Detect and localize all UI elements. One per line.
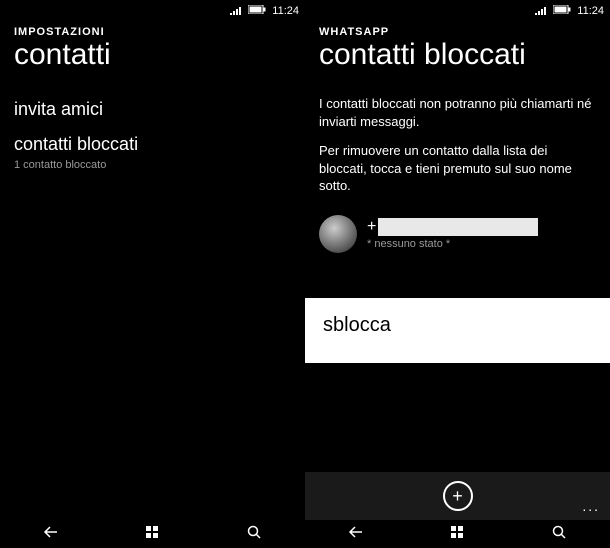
statusbar: 11:24: [0, 0, 305, 20]
battery-icon: [553, 5, 571, 17]
menu-item-label: contatti bloccati: [14, 124, 291, 159]
menu-item-blocked-contacts[interactable]: contatti bloccati 1 contatto bloccato: [14, 124, 291, 181]
more-button[interactable]: ...: [582, 498, 600, 514]
signal-icon: [230, 5, 242, 18]
battery-icon: [248, 5, 266, 17]
signal-icon: [535, 5, 547, 18]
menu-item-invite-friends[interactable]: invita amici: [14, 89, 291, 124]
plus-icon: +: [452, 486, 463, 507]
start-button[interactable]: [449, 524, 465, 545]
contact-info: + * nessuno stato *: [367, 218, 538, 250]
page-title: contatti: [0, 38, 305, 81]
unblock-menu-item[interactable]: sblocca: [323, 314, 592, 337]
start-button[interactable]: [144, 524, 160, 545]
clock-text: 11:24: [577, 5, 604, 17]
screen-left-settings: 11:24 IMPOSTAZIONI contatti invita amici…: [0, 0, 305, 548]
blocked-contact-row[interactable]: + * nessuno stato *: [319, 201, 596, 259]
screen-right-blocked: 11:24 WHATSAPP contatti bloccati I conta…: [305, 0, 610, 548]
clock-text: 11:24: [272, 5, 299, 17]
add-button[interactable]: +: [443, 481, 473, 511]
navbar: [0, 520, 305, 548]
back-button[interactable]: [348, 524, 364, 545]
menu-item-label: invita amici: [14, 89, 291, 124]
description-text-2: Per rimuovere un contatto dalla lista de…: [319, 136, 596, 201]
page-title: contatti bloccati: [305, 38, 610, 81]
avatar: [319, 215, 357, 253]
menu-item-subtitle: 1 contatto bloccato: [14, 159, 291, 181]
context-menu: sblocca: [305, 298, 610, 363]
contact-number: +: [367, 218, 538, 236]
statusbar: 11:24: [305, 0, 610, 20]
search-button[interactable]: [246, 524, 262, 545]
phone-prefix: +: [367, 218, 376, 236]
page-header-small: IMPOSTAZIONI: [0, 20, 305, 38]
page-header-small: WHATSAPP: [305, 20, 610, 38]
contact-status: * nessuno stato *: [367, 236, 538, 250]
redacted-number: [378, 218, 538, 236]
description-text-1: I contatti bloccati non potranno più chi…: [319, 89, 596, 136]
back-button[interactable]: [43, 524, 59, 545]
settings-list: invita amici contatti bloccati 1 contatt…: [0, 81, 305, 548]
navbar: [305, 520, 610, 548]
search-button[interactable]: [551, 524, 567, 545]
appbar: + ...: [305, 472, 610, 520]
